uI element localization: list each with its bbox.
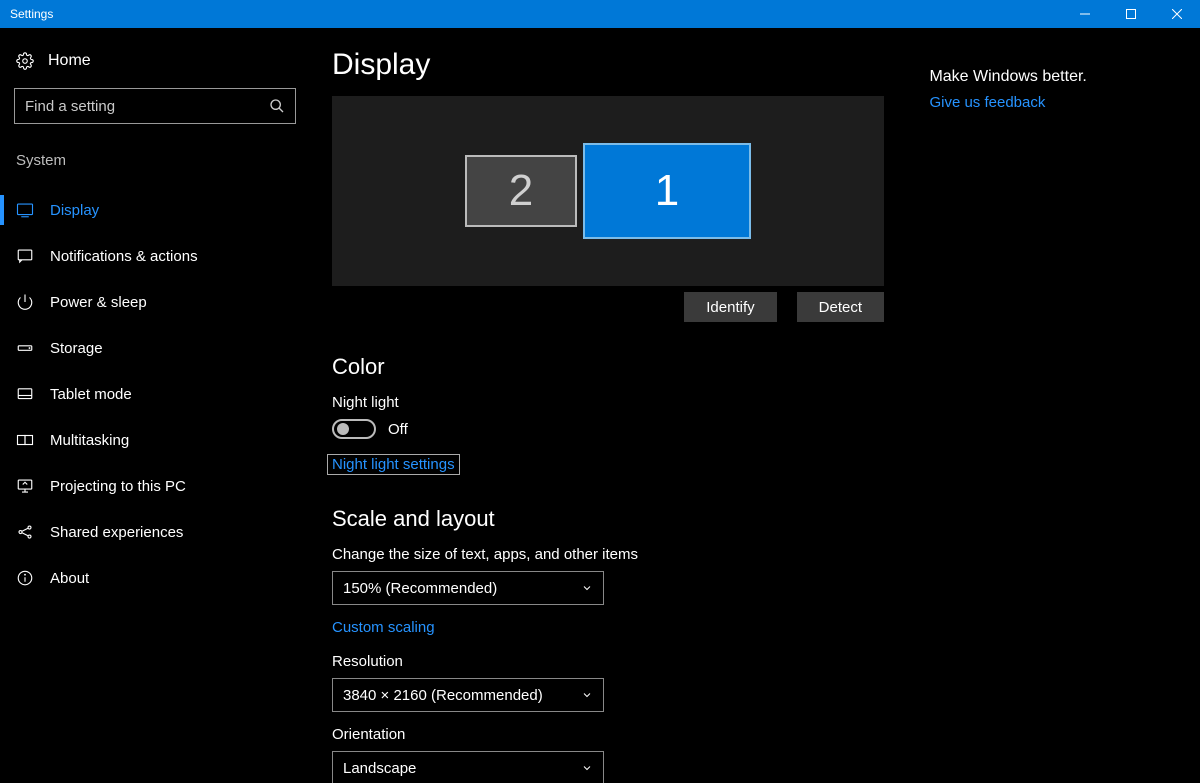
- scale-value: 150% (Recommended): [343, 580, 497, 597]
- chevron-down-icon: [581, 762, 593, 774]
- power-icon: [16, 293, 34, 311]
- sidebar-item-shared[interactable]: Shared experiences: [14, 509, 296, 555]
- page-title: Display: [332, 48, 929, 82]
- sidebar-item-display[interactable]: Display: [14, 187, 296, 233]
- resolution-label: Resolution: [332, 653, 929, 670]
- notifications-icon: [16, 247, 34, 265]
- aside-title: Make Windows better.: [929, 68, 1180, 86]
- search-icon: [269, 98, 285, 114]
- home-button[interactable]: Home: [14, 52, 296, 70]
- storage-icon: [16, 339, 34, 357]
- color-heading: Color: [332, 354, 929, 380]
- minimize-button[interactable]: [1062, 0, 1108, 28]
- close-button[interactable]: [1154, 0, 1200, 28]
- sidebar-item-power[interactable]: Power & sleep: [14, 279, 296, 325]
- titlebar: Settings: [0, 0, 1200, 28]
- orientation-dropdown[interactable]: Landscape: [332, 751, 604, 783]
- scale-heading: Scale and layout: [332, 506, 929, 532]
- about-icon: [16, 569, 34, 587]
- main-content: Display 2 1 Identify Detect Color Night …: [310, 28, 1200, 783]
- detect-button[interactable]: Detect: [797, 292, 884, 322]
- chevron-down-icon: [581, 582, 593, 594]
- scale-dropdown[interactable]: 150% (Recommended): [332, 571, 604, 605]
- multitasking-icon: [16, 431, 34, 449]
- sidebar-item-projecting[interactable]: Projecting to this PC: [14, 463, 296, 509]
- home-label: Home: [48, 52, 91, 70]
- sidebar-item-about[interactable]: About: [14, 555, 296, 601]
- sidebar-category: System: [14, 152, 296, 169]
- sidebar-item-tablet[interactable]: Tablet mode: [14, 371, 296, 417]
- night-light-settings-link[interactable]: Night light settings: [328, 455, 459, 474]
- sidebar-item-label: Display: [50, 202, 99, 219]
- monitor-2[interactable]: 2: [465, 155, 577, 227]
- maximize-button[interactable]: [1108, 0, 1154, 28]
- night-light-state: Off: [388, 421, 408, 438]
- night-light-toggle[interactable]: [332, 419, 376, 439]
- feedback-link[interactable]: Give us feedback: [929, 94, 1045, 111]
- search-box[interactable]: [14, 88, 296, 124]
- sidebar-item-storage[interactable]: Storage: [14, 325, 296, 371]
- sidebar-item-label: Tablet mode: [50, 386, 132, 403]
- sidebar-item-label: Projecting to this PC: [50, 478, 186, 495]
- sidebar-item-label: Notifications & actions: [50, 248, 198, 265]
- scale-label: Change the size of text, apps, and other…: [332, 546, 929, 563]
- sidebar-item-notifications[interactable]: Notifications & actions: [14, 233, 296, 279]
- window-title: Settings: [10, 7, 53, 21]
- resolution-value: 3840 × 2160 (Recommended): [343, 687, 543, 704]
- shared-icon: [16, 523, 34, 541]
- tablet-icon: [16, 385, 34, 403]
- projecting-icon: [16, 477, 34, 495]
- sidebar-item-multitasking[interactable]: Multitasking: [14, 417, 296, 463]
- sidebar-item-label: Shared experiences: [50, 524, 183, 541]
- display-icon: [16, 201, 34, 219]
- orientation-label: Orientation: [332, 726, 929, 743]
- monitor-1[interactable]: 1: [583, 143, 751, 239]
- sidebar-item-label: Storage: [50, 340, 103, 357]
- gear-icon: [16, 52, 34, 70]
- night-light-label: Night light: [332, 394, 929, 411]
- sidebar-item-label: About: [50, 570, 89, 587]
- sidebar-item-label: Power & sleep: [50, 294, 147, 311]
- custom-scaling-link[interactable]: Custom scaling: [332, 619, 435, 636]
- search-input[interactable]: [25, 98, 269, 115]
- monitor-arrangement[interactable]: 2 1: [332, 96, 884, 286]
- orientation-value: Landscape: [343, 760, 416, 777]
- identify-button[interactable]: Identify: [684, 292, 776, 322]
- sidebar: Home System Display Notifications & acti…: [0, 28, 310, 783]
- chevron-down-icon: [581, 689, 593, 701]
- resolution-dropdown[interactable]: 3840 × 2160 (Recommended): [332, 678, 604, 712]
- aside-panel: Make Windows better. Give us feedback: [929, 48, 1180, 783]
- sidebar-item-label: Multitasking: [50, 432, 129, 449]
